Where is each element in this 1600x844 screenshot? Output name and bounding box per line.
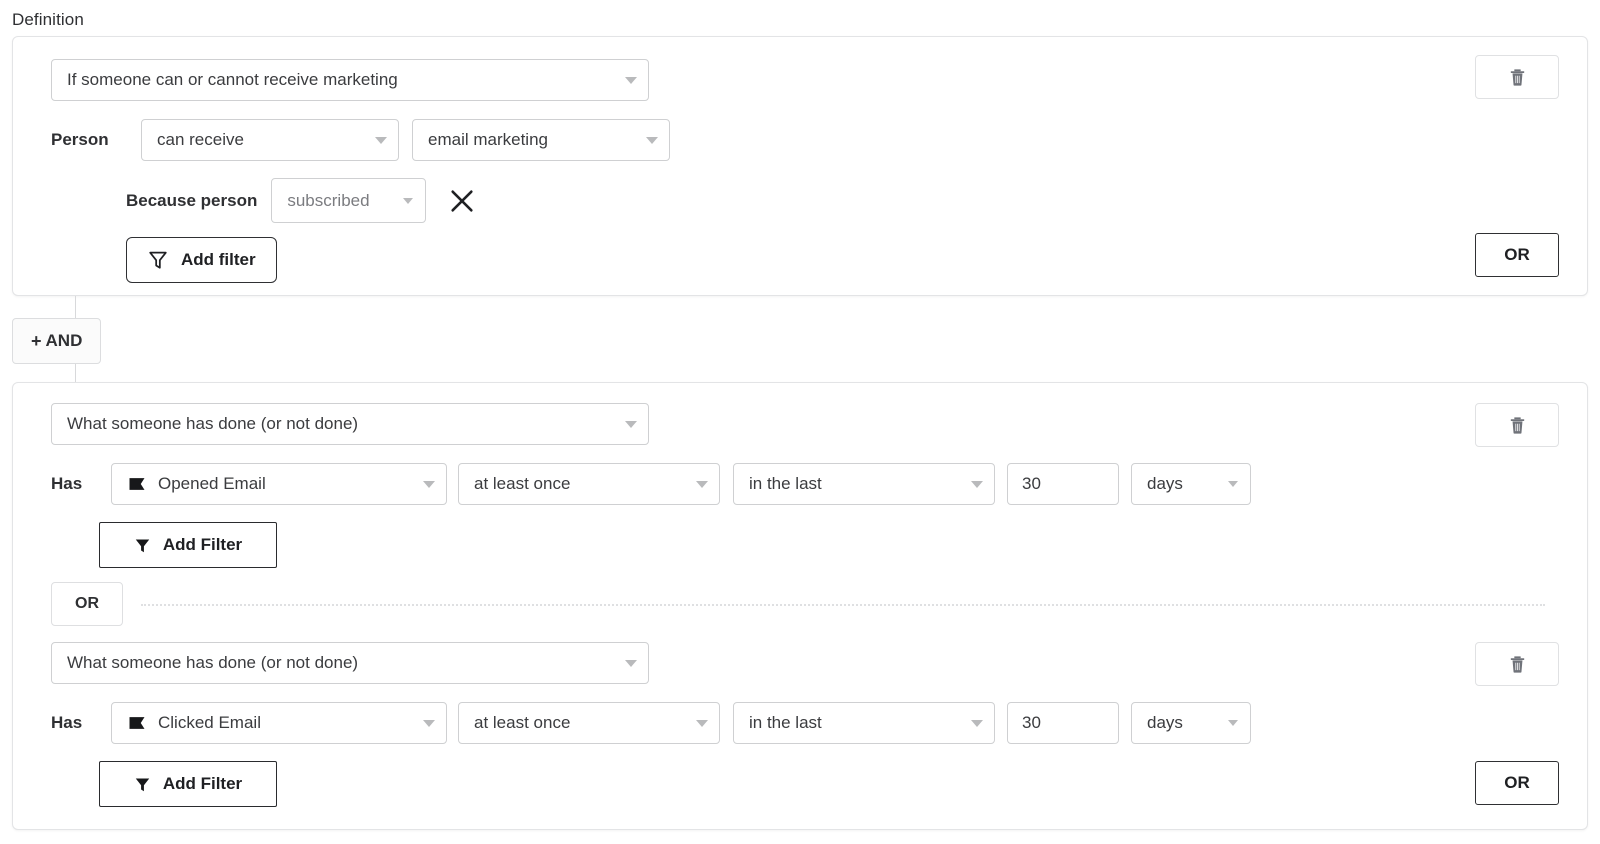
add-filter-button-1-label: Add filter bbox=[181, 250, 256, 270]
unit-select-2b[interactable]: days bbox=[1131, 702, 1251, 744]
amount-input-2a[interactable]: 30 bbox=[1007, 463, 1119, 505]
condition-type-row-2a: What someone has done (or not done) bbox=[51, 403, 649, 445]
condition-type-row-1: If someone can or cannot receive marketi… bbox=[51, 59, 649, 101]
metric-select-2a[interactable]: Opened Email bbox=[111, 463, 447, 505]
chevron-down-icon bbox=[423, 720, 435, 727]
definition-builder-page: Definition If someone can or cannot rece… bbox=[0, 0, 1600, 844]
or-button-1-label: OR bbox=[1504, 245, 1530, 265]
condition-type-select-2b[interactable]: What someone has done (or not done) bbox=[51, 642, 649, 684]
chevron-down-icon bbox=[1228, 720, 1238, 726]
metric-select-2b[interactable]: Clicked Email bbox=[111, 702, 447, 744]
condition-type-select-1[interactable]: If someone can or cannot receive marketi… bbox=[51, 59, 649, 101]
unit-select-2a[interactable]: days bbox=[1131, 463, 1251, 505]
filter-funnel-solid-icon bbox=[134, 537, 151, 554]
chevron-down-icon bbox=[971, 481, 983, 488]
person-label: Person bbox=[51, 130, 129, 150]
chevron-down-icon bbox=[375, 137, 387, 144]
chevron-down-icon bbox=[1228, 481, 1238, 487]
timeframe-select-2a-value: in the last bbox=[749, 474, 822, 494]
plus-icon: + bbox=[31, 331, 42, 352]
or-button-2[interactable]: OR bbox=[1475, 761, 1559, 805]
add-and-button[interactable]: + AND bbox=[12, 318, 101, 364]
delete-condition-button-1[interactable] bbox=[1475, 55, 1559, 99]
chevron-down-icon bbox=[646, 137, 658, 144]
trash-icon bbox=[1509, 416, 1526, 435]
person-channel-select[interactable]: email marketing bbox=[412, 119, 670, 161]
amount-input-2a-value: 30 bbox=[1022, 474, 1041, 494]
inner-or-button-label: OR bbox=[75, 595, 99, 613]
condition-type-select-2a-value: What someone has done (or not done) bbox=[67, 414, 358, 434]
page-title: Definition bbox=[12, 10, 84, 30]
timeframe-select-2b-value: in the last bbox=[749, 713, 822, 733]
unit-select-2a-value: days bbox=[1147, 474, 1183, 494]
trash-icon bbox=[1509, 655, 1526, 674]
filter-funnel-solid-icon bbox=[134, 776, 151, 793]
condition-type-select-2b-value: What someone has done (or not done) bbox=[67, 653, 358, 673]
flag-icon bbox=[127, 474, 147, 494]
delete-condition-button-2a[interactable] bbox=[1475, 403, 1559, 447]
add-filter-button-2b-label: Add Filter bbox=[163, 774, 242, 794]
person-row: Person can receive email marketing bbox=[51, 119, 670, 161]
because-person-row: Because person subscribed bbox=[126, 178, 476, 223]
frequency-select-2a[interactable]: at least once bbox=[458, 463, 720, 505]
chevron-down-icon bbox=[423, 481, 435, 488]
timeframe-select-2a[interactable]: in the last bbox=[733, 463, 995, 505]
chevron-down-icon bbox=[696, 481, 708, 488]
chevron-down-icon bbox=[696, 720, 708, 727]
person-consent-value: can receive bbox=[157, 130, 244, 150]
add-filter-row-2b: Add Filter bbox=[99, 761, 277, 807]
chevron-down-icon bbox=[625, 421, 637, 428]
or-dashed-divider bbox=[141, 604, 1545, 606]
or-button-2-label: OR bbox=[1504, 773, 1530, 793]
frequency-select-2a-value: at least once bbox=[474, 474, 570, 494]
has-label-2a: Has bbox=[51, 474, 101, 494]
or-button-1[interactable]: OR bbox=[1475, 233, 1559, 277]
condition-type-select-2a[interactable]: What someone has done (or not done) bbox=[51, 403, 649, 445]
has-row-2a: Has Opened Email at least once in the la… bbox=[51, 463, 1251, 505]
amount-input-2b[interactable]: 30 bbox=[1007, 702, 1119, 744]
unit-select-2b-value: days bbox=[1147, 713, 1183, 733]
flag-icon bbox=[127, 713, 147, 733]
person-channel-value: email marketing bbox=[428, 130, 548, 150]
inner-or-button[interactable]: OR bbox=[51, 582, 123, 626]
metric-select-2b-value: Clicked Email bbox=[158, 713, 261, 733]
condition-card-2: What someone has done (or not done) Has … bbox=[12, 382, 1588, 830]
condition-card-1: If someone can or cannot receive marketi… bbox=[12, 36, 1588, 296]
delete-condition-button-2b[interactable] bbox=[1475, 642, 1559, 686]
chevron-down-icon bbox=[971, 720, 983, 727]
add-filter-button-2b[interactable]: Add Filter bbox=[99, 761, 277, 807]
add-filter-button-2a-label: Add Filter bbox=[163, 535, 242, 555]
frequency-select-2b-value: at least once bbox=[474, 713, 570, 733]
condition-type-select-1-value: If someone can or cannot receive marketi… bbox=[67, 70, 398, 90]
timeframe-select-2b[interactable]: in the last bbox=[733, 702, 995, 744]
filter-funnel-outline-icon bbox=[147, 249, 169, 271]
close-x-icon[interactable] bbox=[448, 187, 476, 215]
chevron-down-icon bbox=[403, 198, 413, 204]
add-filter-row-1: Add filter bbox=[126, 237, 277, 283]
chevron-down-icon bbox=[625, 660, 637, 667]
trash-icon bbox=[1509, 68, 1526, 87]
metric-select-2a-value: Opened Email bbox=[158, 474, 266, 494]
add-filter-row-2a: Add Filter bbox=[99, 522, 277, 568]
because-person-label: Because person bbox=[126, 191, 257, 211]
because-person-reason-value: subscribed bbox=[287, 191, 369, 211]
has-row-2b: Has Clicked Email at least once in the l… bbox=[51, 702, 1251, 744]
has-label-2b: Has bbox=[51, 713, 101, 733]
person-consent-select[interactable]: can receive bbox=[141, 119, 399, 161]
add-and-button-label: AND bbox=[46, 331, 83, 351]
amount-input-2b-value: 30 bbox=[1022, 713, 1041, 733]
condition-type-row-2b: What someone has done (or not done) bbox=[51, 642, 649, 684]
chevron-down-icon bbox=[625, 77, 637, 84]
frequency-select-2b[interactable]: at least once bbox=[458, 702, 720, 744]
because-person-reason-select[interactable]: subscribed bbox=[271, 178, 426, 223]
add-filter-button-1[interactable]: Add filter bbox=[126, 237, 277, 283]
add-filter-button-2a[interactable]: Add Filter bbox=[99, 522, 277, 568]
